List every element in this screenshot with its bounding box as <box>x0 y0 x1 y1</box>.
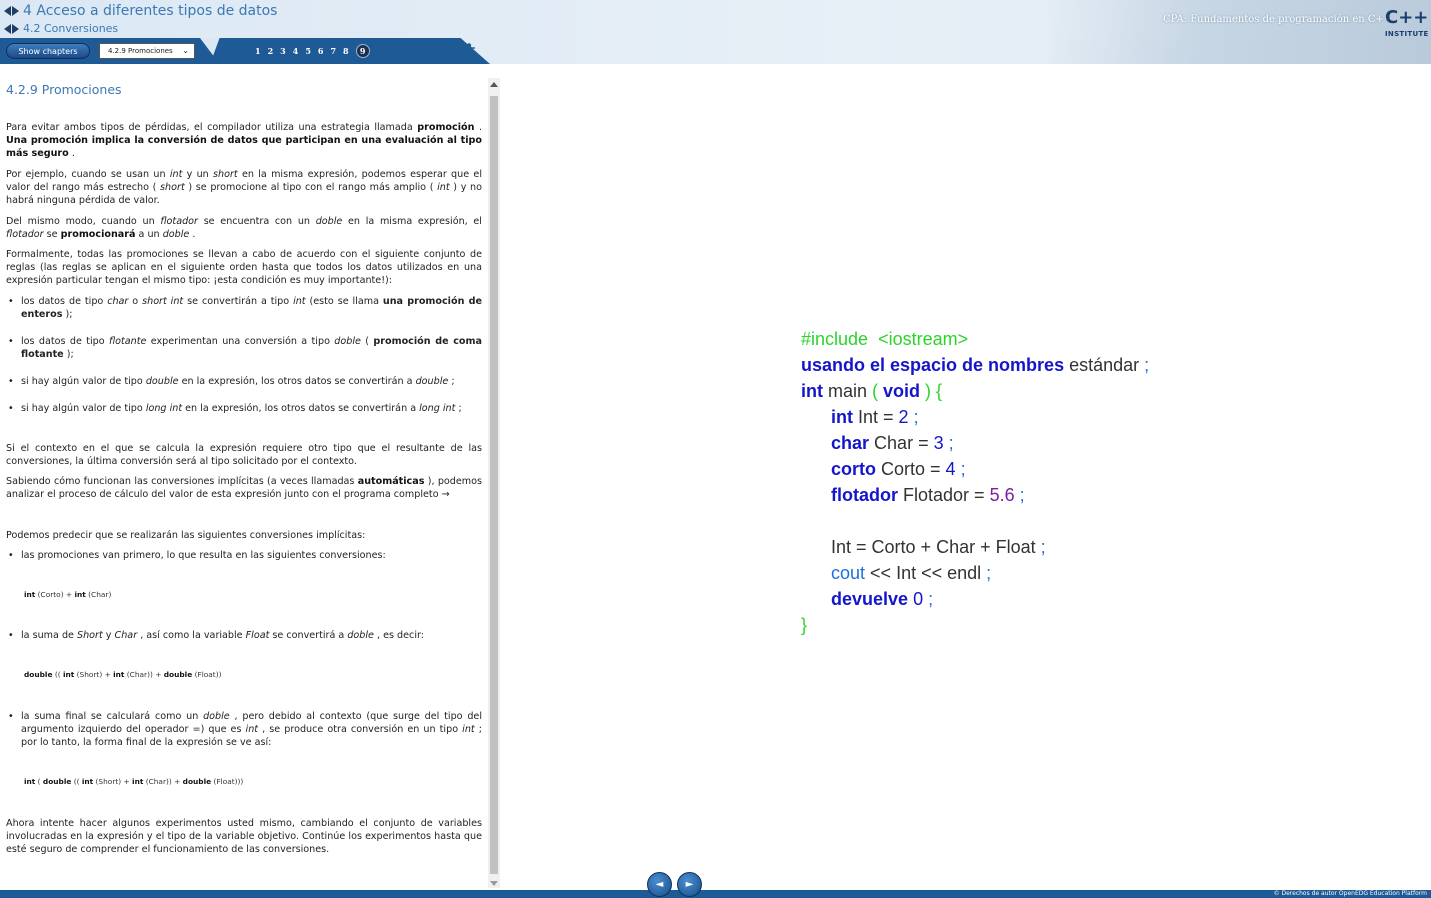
footer-bar <box>0 890 1431 898</box>
page-9-active[interactable]: 9 <box>355 44 370 58</box>
code-line: usando el espacio de nombres estándar ; <box>801 355 1150 375</box>
page-8[interactable]: 8 <box>343 46 349 56</box>
paragraph-2: Por ejemplo, cuando se usan un int y un … <box>6 169 482 207</box>
arrow-right-icon: ► <box>685 879 694 890</box>
cpp-institute-logo: C++ INSTITUTE <box>1385 7 1429 49</box>
code-line: Int = Corto + Char + Float ; <box>831 537 1046 557</box>
list-item: las promociones van primero, lo que resu… <box>6 549 482 562</box>
page-3[interactable]: 3 <box>280 46 286 56</box>
scroll-up-icon[interactable] <box>490 82 498 87</box>
list-item: la suma final se calculará como un doble… <box>6 710 482 750</box>
lesson-text-panel: 4.2.9 Promociones Para evitar ambos tipo… <box>0 78 488 888</box>
next-section-icon[interactable] <box>12 23 19 34</box>
code-example-1: int (Corto) + int (Char) <box>24 590 112 599</box>
code-example-2: double (( int (Short) + int (Char)) + do… <box>24 670 222 679</box>
scrollbar[interactable] <box>488 78 500 888</box>
page-2[interactable]: 2 <box>268 46 274 56</box>
code-listing: #include <iostream> usando el espacio de… <box>801 326 1149 638</box>
list-item: los datos de tipo char o short int se co… <box>6 295 482 321</box>
section-select-value: 4.2.9 Promociones <box>108 47 173 55</box>
copyright-text: © Derechos de autor OpenEDG Education Pl… <box>1273 890 1427 897</box>
list-item: si hay algún valor de tipo double en la … <box>6 375 482 388</box>
next-chapter-icon[interactable] <box>12 6 19 16</box>
breadcrumb-section-label[interactable]: 4.2 Conversiones <box>23 22 118 35</box>
page-1[interactable]: 1 <box>255 46 261 56</box>
paragraph-3: Del mismo modo, cuando un flotador se en… <box>6 216 482 241</box>
breadcrumb-chapter: 4 Acceso a diferentes tipos de datos <box>4 3 277 19</box>
code-line: int Int = 2 ; <box>831 407 919 427</box>
header: 4 Acceso a diferentes tipos de datos 4.2… <box>0 0 1431 64</box>
code-example-3: int ( double (( int (Short) + int (Char)… <box>24 777 244 786</box>
page-5[interactable]: 5 <box>305 46 311 56</box>
code-line: char Char = 3 ; <box>831 433 954 453</box>
paragraph-8: Ahora intente hacer algunos experimentos… <box>6 818 482 856</box>
code-line: } <box>801 615 808 635</box>
scrollbar-thumb[interactable] <box>490 96 498 874</box>
bug-report-icon[interactable] <box>461 42 477 58</box>
breadcrumb-chapter-label[interactable]: 4 Acceso a diferentes tipos de datos <box>23 3 277 19</box>
next-page-button[interactable]: ► <box>677 872 702 897</box>
logo-cpp-text: C++ <box>1385 7 1429 28</box>
section-select[interactable]: 4.2.9 Promociones ⌄ <box>99 43 195 59</box>
course-title: CPA: Fundamentos de programación en C++ <box>1163 14 1393 25</box>
page-7[interactable]: 7 <box>330 46 336 56</box>
code-line: devuelve 0 ; <box>831 589 934 609</box>
prev-page-button[interactable]: ◄ <box>647 872 672 897</box>
paragraph-7: Podemos predecir que se realizarán las s… <box>6 530 366 541</box>
page-numbers: 1 2 3 4 5 6 7 8 9 <box>255 44 370 58</box>
code-line: corto Corto = 4 ; <box>831 459 966 479</box>
scroll-down-icon[interactable] <box>490 881 498 886</box>
paragraph-5: Si el contexto en el que se calcula la e… <box>6 443 482 468</box>
code-line: flotador Flotador = 5.6 ; <box>831 485 1025 505</box>
header-photo <box>1051 0 1431 64</box>
page-4[interactable]: 4 <box>293 46 299 56</box>
code-line: int main ( void ) { <box>801 381 943 401</box>
arrow-left-icon: ◄ <box>655 879 664 890</box>
paragraph-1: Para evitar ambos tipos de pérdidas, el … <box>6 122 482 160</box>
code-line: cout << Int << endl ; <box>831 563 992 583</box>
page-6[interactable]: 6 <box>318 46 324 56</box>
code-line: #include <iostream> <box>801 329 969 349</box>
prev-chapter-icon[interactable] <box>4 6 11 16</box>
breadcrumb-section: 4.2 Conversiones <box>4 22 118 35</box>
logo-institute-text: INSTITUTE <box>1385 30 1429 38</box>
section-title: 4.2.9 Promociones <box>6 82 122 97</box>
list-item: la suma de Short y Char , así como la va… <box>6 629 482 642</box>
prev-section-icon[interactable] <box>4 23 11 34</box>
paragraph-6: Sabiendo cómo funcionan las conversiones… <box>6 476 482 501</box>
chevron-down-icon: ⌄ <box>182 46 189 55</box>
list-item: los datos de tipo flotante experimentan … <box>6 335 482 361</box>
list-item: si hay algún valor de tipo long int en l… <box>6 402 482 415</box>
show-chapters-button[interactable]: Show chapters <box>6 43 90 59</box>
paragraph-4: Formalmente, todas las promociones se ll… <box>6 249 482 287</box>
